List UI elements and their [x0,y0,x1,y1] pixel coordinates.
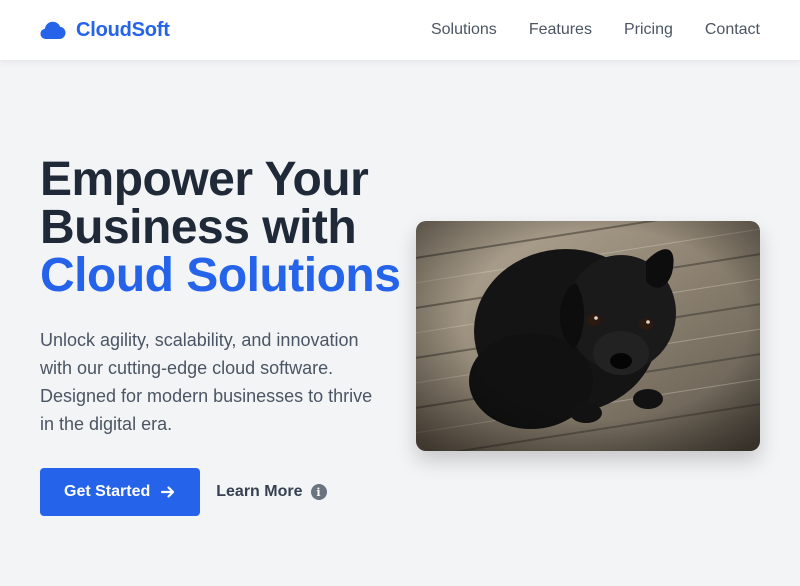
learn-more-button[interactable]: Learn More i [216,483,327,501]
nav-features[interactable]: Features [529,21,592,39]
hero-image [416,221,760,451]
nav-contact[interactable]: Contact [705,21,760,39]
hero-text: Empower Your Business with Cloud Solutio… [40,153,401,438]
get-started-button[interactable]: Get Started [40,468,201,516]
hero-title: Empower Your Business with Cloud Solutio… [40,153,401,302]
main-nav: Solutions Features Pricing Contact [431,21,760,39]
arrow-right-icon [161,486,175,498]
hero-subtitle: Unlock agility, scalability, and innovat… [40,330,373,434]
get-started-label: Get Started [64,483,151,500]
puppy-photo [416,221,760,451]
site-header: CloudSoft Solutions Features Pricing Con… [0,0,800,60]
hero-actions: Get Started Learn More i [40,468,327,516]
nav-solutions[interactable]: Solutions [431,21,497,39]
hero-title-line2: Business with [40,201,357,254]
brand-logo[interactable]: CloudSoft [40,19,170,42]
hero-title-accent: Cloud Solutions [40,249,401,302]
hero-title-line1: Empower Your [40,153,369,206]
brand-name: CloudSoft [76,18,170,41]
info-icon: i [310,484,327,500]
nav-pricing[interactable]: Pricing [624,21,673,39]
cloud-icon [40,21,66,39]
learn-more-label: Learn More [216,483,303,500]
